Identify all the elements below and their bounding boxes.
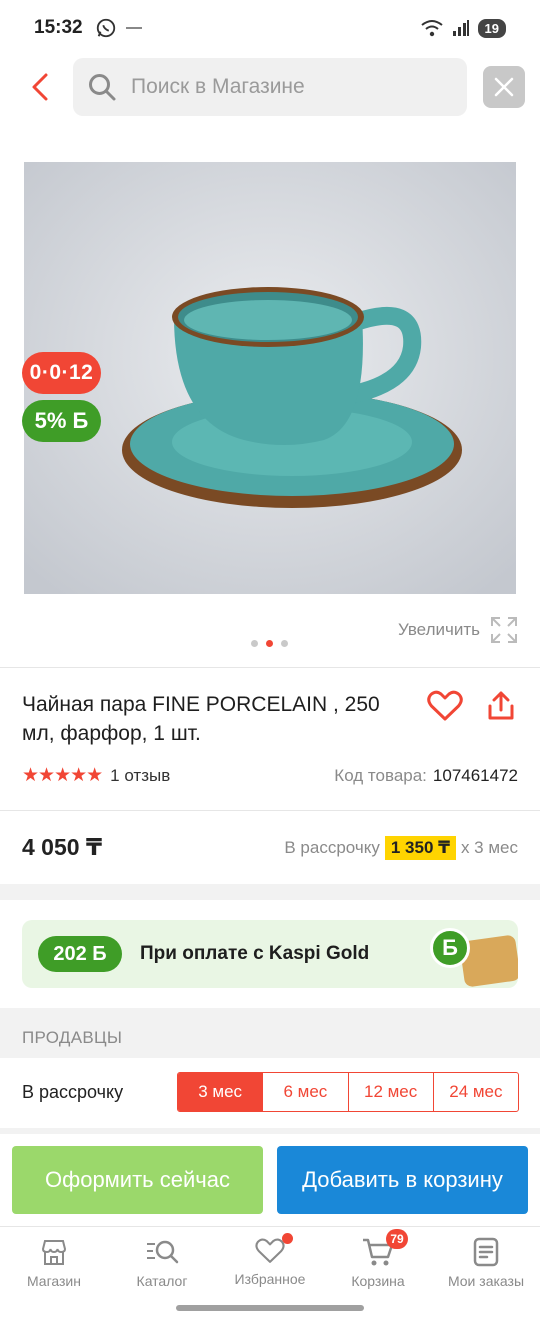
installment-term-selector: 3 мес 6 мес 12 мес 24 мес <box>177 1072 519 1112</box>
share-icon <box>488 691 514 720</box>
bottom-navigation: Магазин Каталог Избранное 79 Корзина Мои… <box>0 1226 540 1302</box>
bonus-badge: 5% Б <box>22 400 101 442</box>
installment-label: В рассрочку <box>284 838 380 857</box>
zoom-button[interactable]: Увеличить <box>398 616 518 644</box>
orders-icon <box>473 1237 499 1267</box>
section-separator <box>0 884 540 900</box>
sellers-section-label: ПРОДАВЦЫ <box>22 1028 123 1047</box>
pagination-dot[interactable] <box>281 640 288 647</box>
nav-favorites[interactable]: Избранное <box>216 1227 324 1302</box>
share-button[interactable] <box>481 686 521 726</box>
reviews-link[interactable]: 1 отзыв <box>110 766 170 786</box>
search-icon <box>89 74 116 101</box>
close-search-button[interactable] <box>483 66 525 108</box>
nav-cart-label: Корзина <box>351 1273 405 1289</box>
signal-icon <box>452 20 469 36</box>
divider <box>0 667 540 668</box>
divider <box>0 810 540 811</box>
battery-level: 19 <box>477 18 506 38</box>
store-icon <box>41 1240 67 1265</box>
sku-label: Код товара: <box>334 765 427 785</box>
expand-icon <box>491 617 517 643</box>
installment-amount: 1 350 ₸ <box>384 836 456 860</box>
back-button[interactable] <box>20 66 60 108</box>
term-3-months[interactable]: 3 мес <box>178 1073 263 1111</box>
search-header <box>0 58 540 116</box>
status-bar: 15:32 19 <box>0 0 540 56</box>
section-separator <box>0 1128 540 1134</box>
catalog-search-icon <box>147 1240 179 1264</box>
sku: Код товара: 107461472 <box>334 766 518 786</box>
term-6-months[interactable]: 6 мес <box>262 1073 347 1111</box>
sku-value: 107461472 <box>432 765 518 785</box>
cart-count-badge: 79 <box>386 1229 408 1249</box>
favorites-indicator <box>282 1233 293 1244</box>
pagination-dot-active[interactable] <box>266 640 273 647</box>
rating-stars: ★★★★★ <box>22 765 103 786</box>
term-24-months[interactable]: 24 мес <box>432 1073 518 1111</box>
installment-badge: 0·0·12 <box>22 352 101 394</box>
chevron-left-icon <box>32 73 48 101</box>
nav-orders[interactable]: Мои заказы <box>432 1227 540 1302</box>
nav-orders-label: Мои заказы <box>447 1273 525 1289</box>
pagination-dot[interactable] <box>251 640 258 647</box>
nav-catalog-label: Каталог <box>136 1273 188 1289</box>
whatsapp-icon <box>96 18 115 38</box>
term-12-months[interactable]: 12 мес <box>347 1073 433 1111</box>
installment-info: В рассрочку 1 350 ₸ x 3 мес <box>284 836 518 860</box>
nav-store-label: Магазин <box>26 1273 81 1289</box>
heart-icon <box>255 1238 285 1263</box>
home-indicator[interactable] <box>176 1305 364 1311</box>
zoom-label: Увеличить <box>398 620 480 639</box>
installment-term: x 3 мес <box>460 838 518 857</box>
gold-bonus-pill: 202 Б <box>38 936 122 972</box>
image-pagination <box>251 640 288 647</box>
search-box[interactable] <box>73 58 467 116</box>
nav-catalog[interactable]: Каталог <box>108 1227 216 1302</box>
wifi-icon <box>420 20 443 37</box>
installment-row-label: В рассрочку <box>22 1082 124 1102</box>
buy-now-button[interactable]: Оформить сейчас <box>12 1146 263 1214</box>
nav-favorites-label: Избранное <box>234 1271 306 1287</box>
add-to-cart-button[interactable]: Добавить в корзину <box>277 1146 528 1214</box>
heart-icon <box>427 690 463 721</box>
kaspi-gold-banner[interactable]: 202 Б При оплате с Kaspi Gold Б <box>22 920 518 988</box>
nav-store[interactable]: Магазин <box>0 1227 108 1302</box>
notification-icon <box>125 27 142 29</box>
close-icon <box>494 77 514 97</box>
rating-row: ★★★★★ 1 отзыв Код товара: 107461472 <box>22 764 518 787</box>
status-time: 15:32 <box>34 17 83 38</box>
favorite-button[interactable] <box>425 686 465 726</box>
bonus-coin-icon: Б <box>430 928 470 968</box>
gold-text: При оплате с Kaspi Gold <box>140 943 370 964</box>
nav-cart[interactable]: 79 Корзина <box>324 1227 432 1302</box>
product-price: 4 050 ₸ <box>22 834 102 860</box>
search-input[interactable] <box>131 75 431 99</box>
product-title: Чайная пара FINE PORCELAIN , 250 мл, фар… <box>22 693 380 745</box>
